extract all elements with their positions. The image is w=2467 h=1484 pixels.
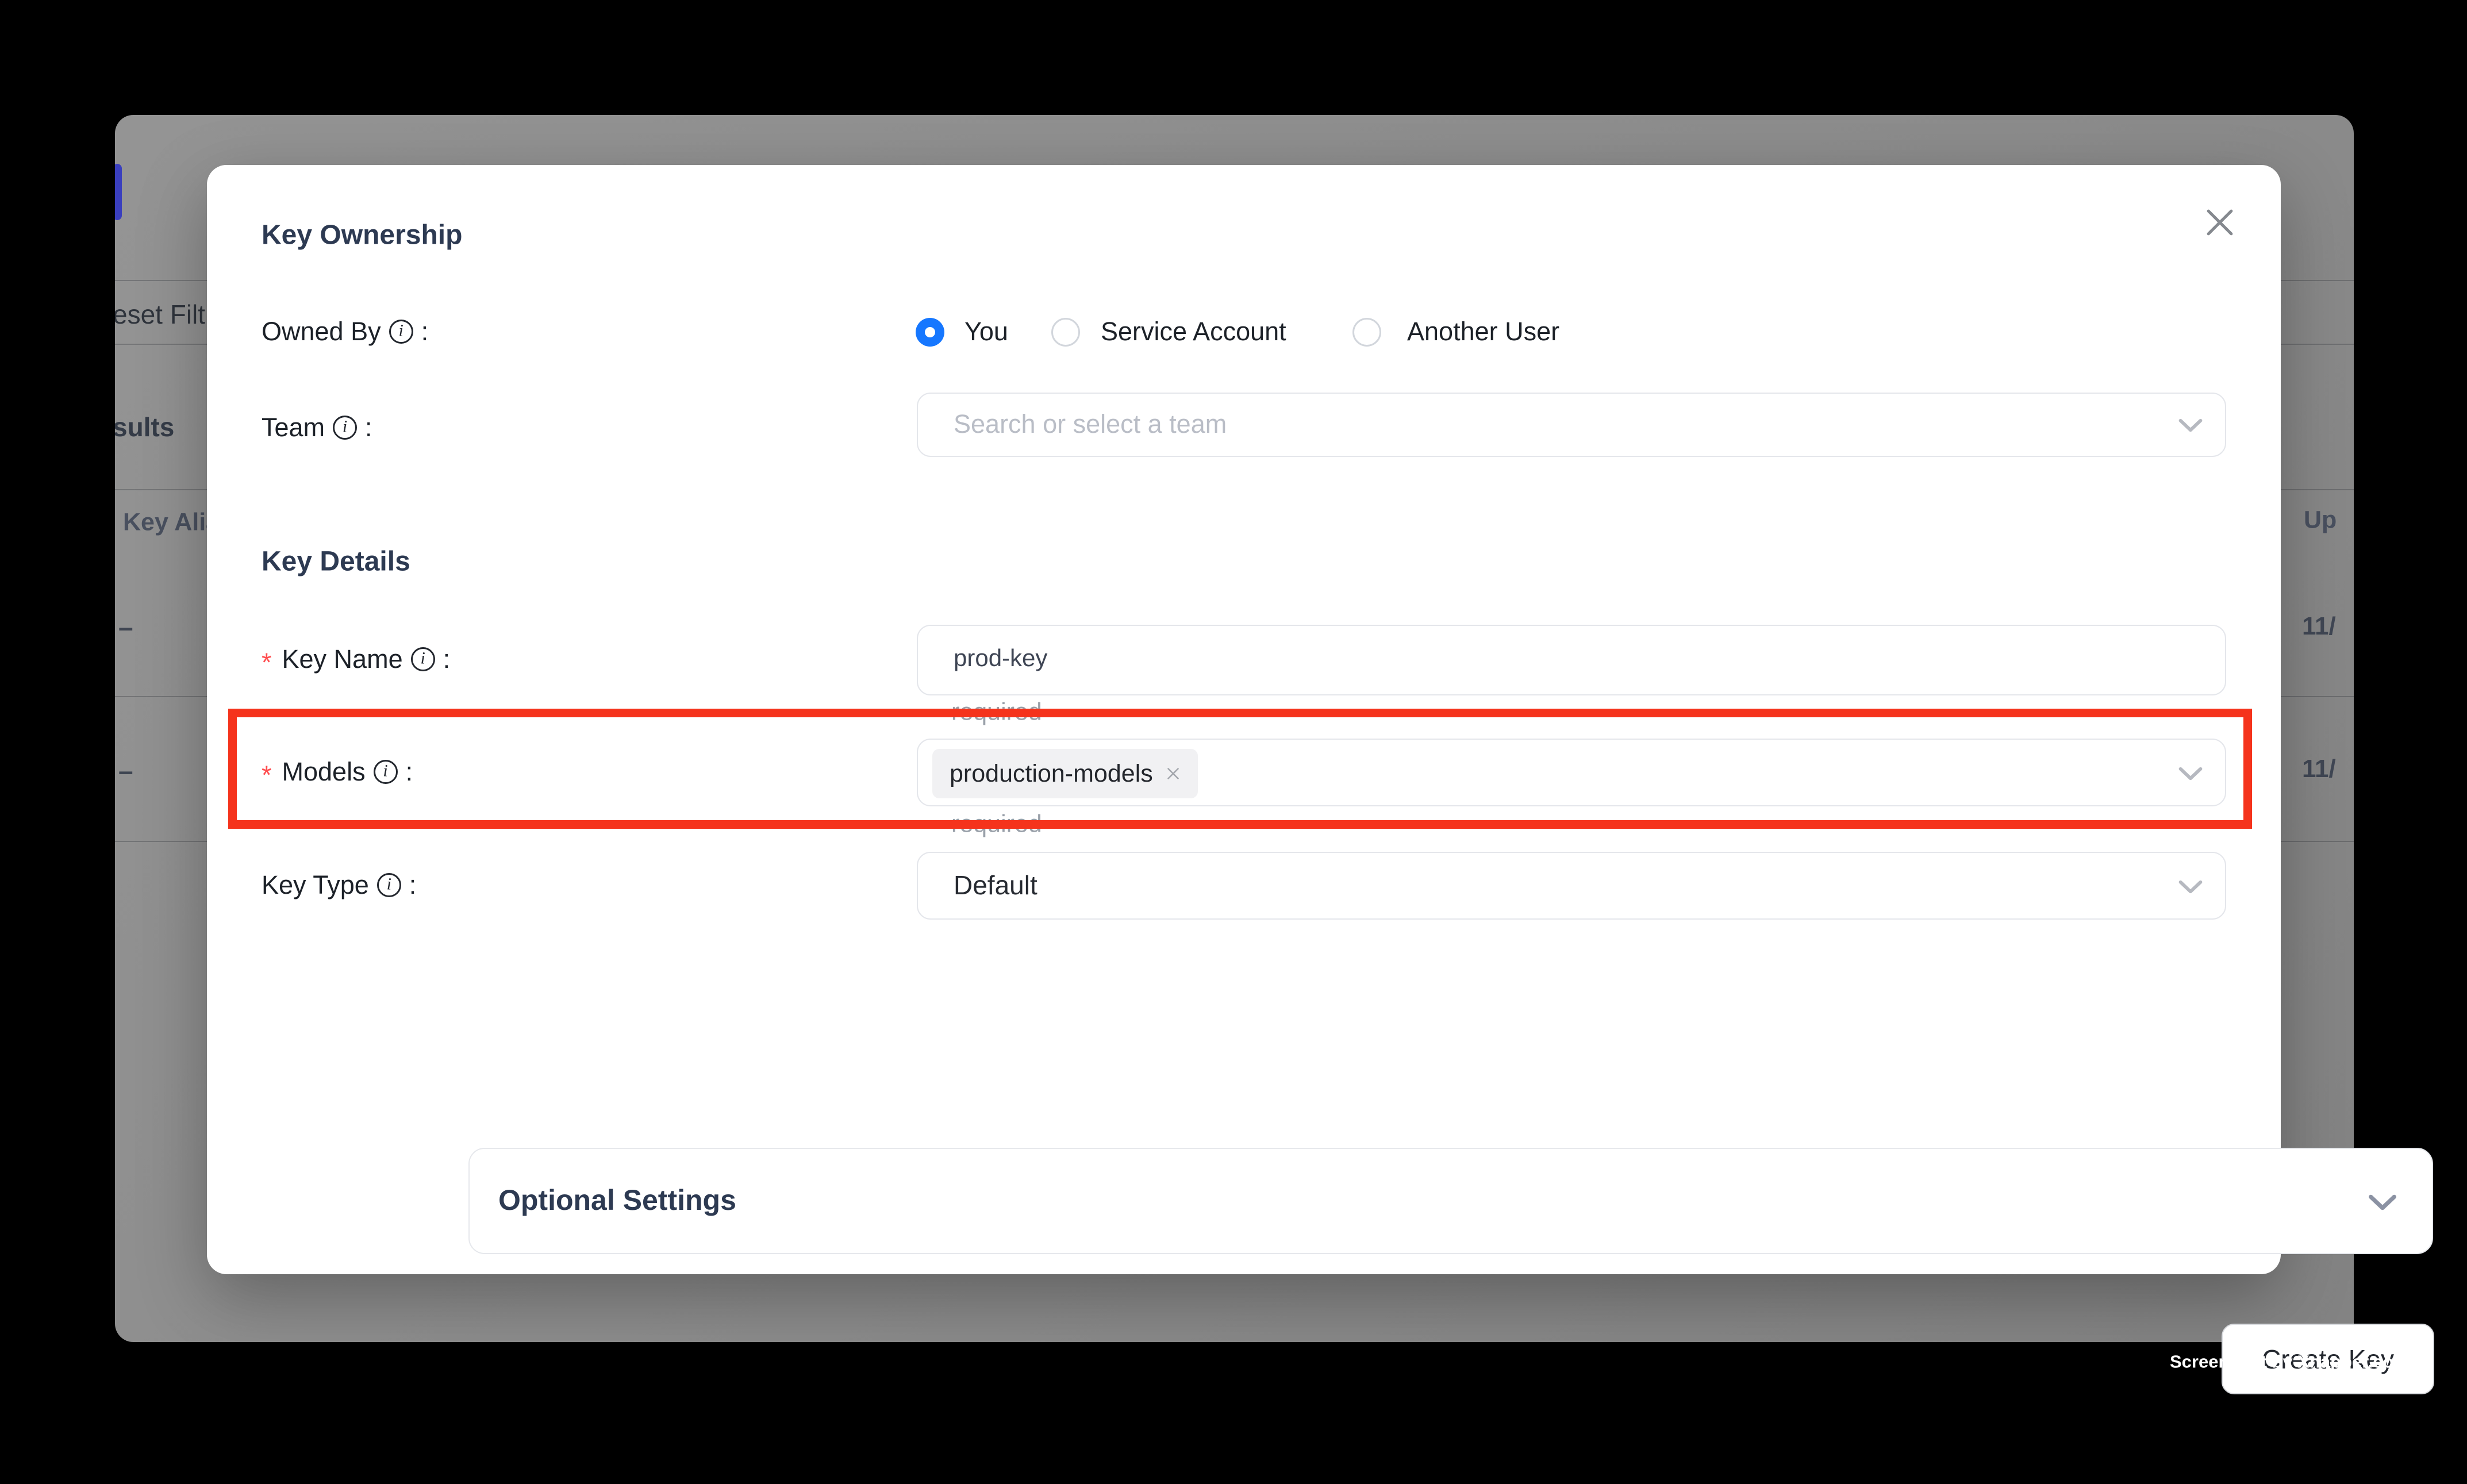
info-icon <box>333 416 357 440</box>
required-asterisk: * <box>262 648 272 678</box>
team-label-text: Team <box>262 413 325 443</box>
owned-by-label: Owned By : <box>262 317 428 347</box>
section-title-key-ownership: Key Ownership <box>262 219 462 251</box>
key-name-input-box <box>917 625 2226 695</box>
info-icon <box>389 320 413 344</box>
radio-label-you[interactable]: You <box>964 317 1008 347</box>
chevron-down-icon <box>2178 879 2203 894</box>
column-header-updated: Up <box>2304 506 2337 535</box>
table-row-cell-dash: – <box>118 755 133 786</box>
owned-by-label-text: Owned By <box>262 317 381 347</box>
close-icon <box>2200 203 2239 242</box>
key-type-selected-value: Default <box>954 870 1037 901</box>
radio-unselected-icon <box>1051 318 1080 347</box>
colon: : <box>365 413 372 443</box>
reset-filters-fragment: eset Filt <box>115 299 205 330</box>
key-name-label-text: Key Name <box>282 644 403 674</box>
occluded-blue-button-fragment <box>115 164 122 220</box>
close-button[interactable] <box>2200 203 2239 242</box>
watermark-text: Screenshot by Xnapper.com <box>2170 1351 2410 1372</box>
section-title-key-details: Key Details <box>262 545 410 577</box>
radio-selected-icon <box>916 318 944 347</box>
team-select[interactable]: Search or select a team <box>917 393 2226 457</box>
optional-settings-title: Optional Settings <box>498 1183 736 1217</box>
radio-label-service-account[interactable]: Service Account <box>1101 317 1286 347</box>
table-row-cell-dash: – <box>118 612 133 643</box>
colon: : <box>421 317 429 347</box>
key-name-input[interactable] <box>954 644 2161 672</box>
results-count-fragment: sults <box>115 412 174 443</box>
chevron-down-icon <box>2368 1194 2397 1211</box>
info-icon <box>377 873 401 897</box>
column-header-key-alias: Key Alia <box>123 509 220 537</box>
colon: : <box>443 644 451 674</box>
team-select-placeholder: Search or select a team <box>954 409 1227 439</box>
key-name-label: * Key Name : <box>262 644 450 674</box>
chevron-down-icon <box>2178 418 2203 433</box>
annotation-highlight-rectangle <box>228 709 2252 829</box>
table-row-updated-date: 11/ <box>2302 612 2336 641</box>
key-type-label: Key Type : <box>262 870 416 900</box>
key-type-select[interactable]: Default <box>917 852 2226 920</box>
optional-settings-toggle[interactable] <box>468 1148 2433 1254</box>
team-label: Team : <box>262 413 372 443</box>
radio-label-another-user[interactable]: Another User <box>1407 317 1559 347</box>
info-icon <box>411 647 435 671</box>
page: eset Filt sults Key Alia Up – 11/ – 11/ … <box>0 0 2467 1484</box>
table-row-updated-date: 11/ <box>2302 755 2336 783</box>
key-type-label-text: Key Type <box>262 870 369 900</box>
radio-unselected-icon <box>1352 318 1381 347</box>
colon: : <box>409 870 417 900</box>
